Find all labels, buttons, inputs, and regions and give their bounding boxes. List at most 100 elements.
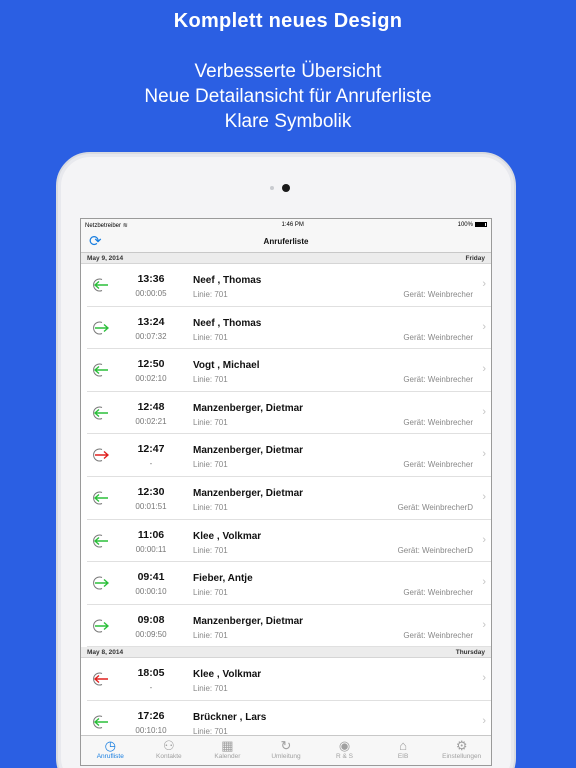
date-section-header: May 9, 2014 Friday (81, 253, 491, 264)
tab-anrufliste[interactable]: ◷ Anrufliste (81, 736, 139, 765)
incoming-call-icon (91, 405, 109, 421)
contacts-icon: ⚇ (163, 738, 175, 753)
call-row[interactable]: 11:06 00:00:11 Klee , Volkmar Linie: 701 Ger… (87, 519, 491, 563)
call-duration: 00:02:10 (135, 374, 167, 384)
caller-name: Vogt , Michael (193, 360, 260, 372)
chevron-right-icon: › (482, 533, 486, 546)
caller-name: Manzenberger, Dietmar (193, 402, 304, 414)
call-time: 12:50 (137, 358, 165, 371)
section-date: May 8, 2014 (87, 648, 124, 656)
missed-call-icon (91, 671, 109, 687)
tab-label: EIB (397, 753, 409, 760)
home-icon: ⌂ (399, 738, 408, 753)
chevron-right-icon: › (482, 576, 486, 589)
chevron-right-icon: › (482, 714, 486, 727)
section-day: Thursday (455, 648, 485, 656)
call-line: Linie: 701 (193, 332, 228, 342)
call-line: Linie: 701 (193, 545, 228, 555)
call-device: Gerät: Weinbrecher (403, 588, 473, 598)
tab-label: Einstellungen (442, 753, 482, 760)
call-device: Gerät: WeinbrecherD (397, 502, 473, 512)
tab-label: Kontakte (156, 753, 182, 760)
incoming-call-icon (91, 362, 109, 378)
tab-label: R & S (336, 753, 354, 760)
incoming-call-icon (91, 490, 109, 506)
call-row[interactable]: 12:30 00:01:51 Manzenberger, Dietmar Linie:… (87, 476, 491, 520)
app-screen: Netzbetreiber ≋ 1:46 PM 100% ⟳ Anruferli… (80, 218, 492, 766)
status-bar: Netzbetreiber ≋ 1:46 PM 100% (81, 219, 491, 231)
sensor-dot (270, 186, 274, 190)
call-duration: 00:00:05 (135, 289, 167, 298)
call-duration: 00:01:51 (135, 501, 167, 511)
status-time: 1:46 PM (281, 222, 304, 228)
call-device: Gerät: Weinbrecher (403, 417, 473, 427)
call-time: 11:06 (137, 528, 165, 541)
call-duration: - (149, 683, 153, 693)
caller-name: Neef , Thomas (193, 317, 262, 329)
wifi-icon: ≋ (122, 222, 128, 229)
section-day: Friday (465, 254, 485, 262)
battery-status: 100% (458, 221, 487, 228)
tab-kontakte[interactable]: ⚇ Kontakte (140, 736, 198, 765)
incoming-call-icon (91, 277, 109, 293)
chevron-right-icon: › (482, 278, 486, 290)
chevron-right-icon: › (482, 363, 486, 376)
tab-label: Anrufliste (96, 753, 124, 760)
caller-name: Manzenberger, Dietmar (193, 615, 304, 627)
redirect-icon: ↻ (280, 738, 292, 753)
call-time: 09:41 (137, 571, 165, 584)
clock-icon: ◷ (104, 738, 116, 753)
call-row[interactable]: 18:05 - Klee , Volkmar Linie: 701 › (87, 658, 491, 701)
tab-label: Umleitung (271, 753, 301, 760)
call-row[interactable]: 12:48 00:02:21 Manzenberger, Dietmar Linie:… (87, 391, 491, 435)
call-row[interactable]: 13:24 00:07:32 Neef , Thomas Linie: 701 Gerä… (87, 306, 491, 350)
camera-dot (282, 184, 290, 192)
promo-line-2: Neue Detailansicht für Anruferliste (144, 86, 432, 107)
tab-eib[interactable]: ⌂ EIB (374, 736, 432, 765)
call-device: Gerät: Weinbrecher (403, 332, 473, 342)
tab-einstellungen[interactable]: ⚙ Einstellungen (433, 736, 491, 765)
incoming-call-icon (91, 714, 109, 730)
chevron-right-icon: › (482, 672, 486, 685)
call-time: 12:30 (137, 485, 165, 498)
battery-icon (474, 221, 487, 227)
call-row[interactable]: 09:41 00:00:10 Fieber, Antje Linie: 701 Gerä… (87, 562, 491, 605)
call-line: Linie: 701 (193, 460, 228, 470)
carrier-label: Netzbetreiber ≋ (85, 222, 128, 229)
call-row[interactable]: 12:50 00:02:10 Vogt , Michael Linie: 701 Ger… (87, 349, 491, 392)
section-date: May 9, 2014 (87, 254, 124, 262)
calendar-icon: ▦ (221, 738, 234, 753)
chevron-right-icon: › (482, 405, 486, 418)
call-time: 12:47 (137, 443, 165, 456)
tab-kalender[interactable]: ▦ Kalender (198, 736, 256, 765)
call-line: Linie: 701 (193, 290, 228, 299)
call-time: 17:26 (137, 709, 165, 722)
call-duration: 00:07:32 (135, 331, 167, 341)
outgoing-call-icon (91, 618, 110, 634)
call-list: May 9, 2014 Friday 13:36 00:00:05 Neef , Tho… (81, 253, 491, 744)
tab-umleitung[interactable]: ↻ Umleitung (257, 736, 315, 765)
call-time: 18:05 (137, 667, 165, 680)
outgoing-call-icon (91, 320, 110, 336)
chevron-right-icon: › (482, 448, 486, 461)
call-row[interactable]: 12:47 - Manzenberger, Dietmar Linie: 701 Ger… (87, 434, 491, 477)
call-line: Linie: 701 (193, 375, 228, 385)
tab-r-s[interactable]: ◉ R & S (316, 736, 374, 765)
caller-name: Fieber, Antje (193, 573, 253, 585)
call-row[interactable]: 13:36 00:00:05 Neef , Thomas Linie: 701 Gerä… (87, 264, 491, 307)
gear-icon: ⚙ (455, 738, 468, 753)
ipad-frame: Netzbetreiber ≋ 1:46 PM 100% ⟳ Anruferli… (56, 152, 516, 768)
call-time: 13:36 (137, 273, 165, 285)
caller-name: Klee , Volkmar (193, 669, 262, 681)
call-line: Linie: 701 (193, 588, 228, 598)
outgoing-call-icon (91, 575, 110, 591)
call-row[interactable]: 09:08 00:09:50 Manzenberger, Dietmar Linie:… (87, 604, 491, 648)
missed-call-icon (91, 447, 110, 463)
caller-name: Klee , Volkmar (193, 530, 262, 542)
call-duration: 00:09:50 (135, 629, 167, 639)
promo-line-3: Klare Symbolik (224, 111, 352, 132)
caller-name: Manzenberger, Dietmar (193, 487, 304, 499)
eye-icon: ◉ (338, 738, 351, 753)
chevron-right-icon: › (482, 490, 486, 503)
call-device: Gerät: Weinbrecher (403, 375, 473, 385)
